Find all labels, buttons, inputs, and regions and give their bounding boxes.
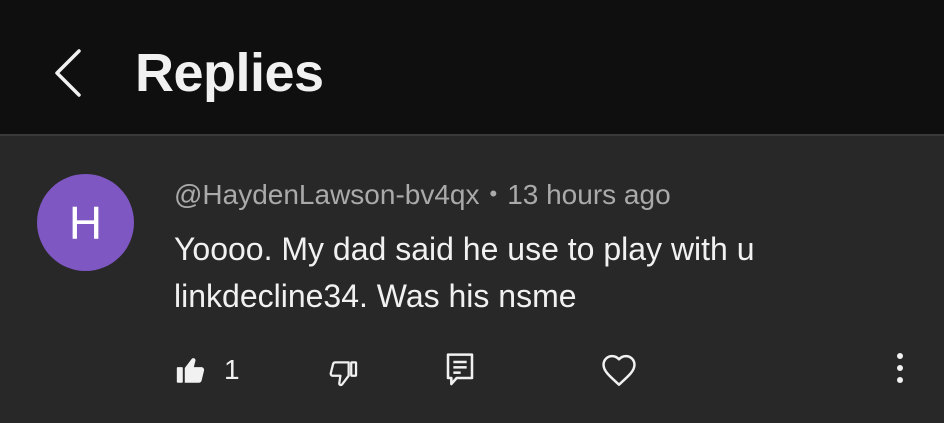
thumbs-up-icon <box>176 358 205 383</box>
dislike-button[interactable] <box>326 354 360 394</box>
comment-item: H @HaydenLawson-bv4qx • 13 hours ago Yoooo… <box>0 136 944 423</box>
heart-button[interactable] <box>600 350 638 390</box>
avatar-letter: H <box>68 196 103 249</box>
comment-author[interactable]: @HaydenLawson-bv4qx <box>174 179 479 210</box>
heart-icon <box>602 354 636 386</box>
meta-separator: • <box>489 181 498 206</box>
more-options-button[interactable] <box>885 348 915 388</box>
reply-button[interactable] <box>444 350 476 390</box>
thumbs-down-icon <box>329 361 358 387</box>
page-title: Replies <box>135 43 324 103</box>
top-bar: Replies <box>0 0 944 136</box>
chevron-left-icon <box>55 49 81 97</box>
like-count: 1 <box>224 354 240 385</box>
like-button[interactable]: 1 <box>174 350 240 390</box>
avatar[interactable]: H <box>37 174 134 271</box>
comment-icon <box>446 353 474 386</box>
back-button[interactable] <box>40 40 96 106</box>
more-vertical-icon <box>897 353 903 383</box>
comment-meta: @HaydenLawson-bv4qx • 13 hours ago <box>174 177 671 215</box>
comment-timestamp: 13 hours ago <box>507 179 671 210</box>
comment-text: Yoooo. My dad said he use to play with u… <box>174 231 755 314</box>
